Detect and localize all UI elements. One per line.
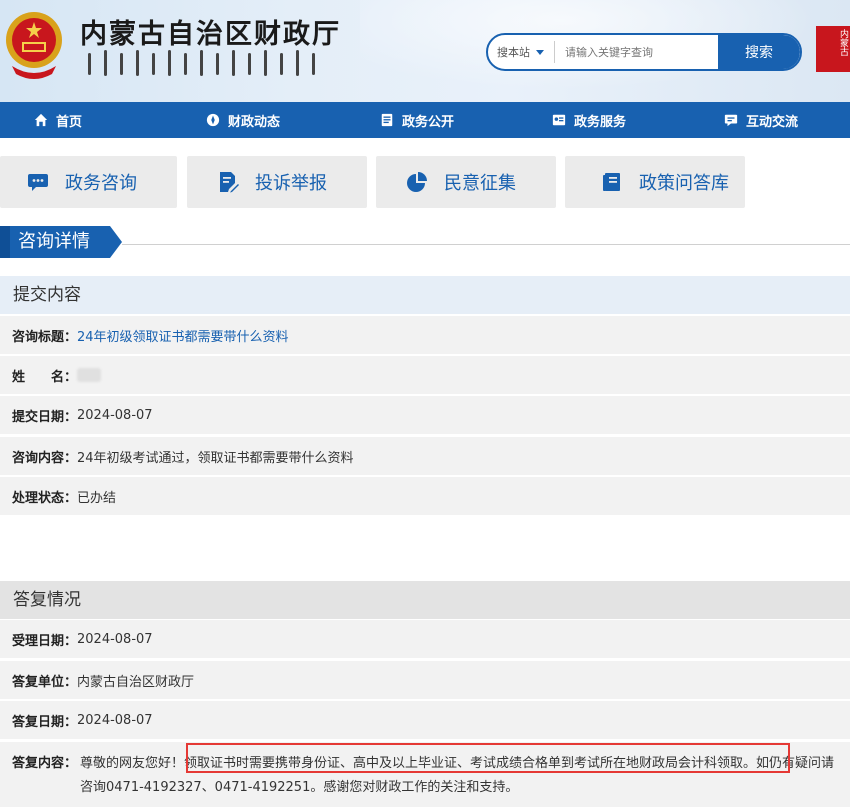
reply-content-row: 答复内容： 尊敬的网友您好！领取证书时需要携带身份证、高中及以上毕业证、考试成绩…: [0, 742, 850, 807]
nav-label: 首页: [56, 114, 83, 130]
accept-date-value: 2024-08-07: [77, 631, 153, 647]
main-nav: 首页 财政动态 政务公开 政务服务 互动交流: [0, 102, 850, 138]
red-seal-logo: 内蒙古: [816, 26, 850, 72]
search-bar: 搜本站 搜索: [486, 33, 802, 71]
status-value: 已办结: [77, 490, 117, 506]
home-icon: [34, 113, 48, 127]
nav-item-government-affairs[interactable]: 政务公开: [380, 102, 454, 138]
reply-unit-value: 内蒙古自治区财政厅: [77, 674, 195, 690]
field-label: 答复日期：: [12, 714, 78, 730]
nav-label: 政务服务: [574, 114, 627, 130]
section-title: 咨询详情: [0, 226, 122, 258]
nav-item-government-services[interactable]: 政务服务: [552, 102, 626, 138]
tab-label: 民意征集: [444, 173, 516, 194]
chevron-down-icon: [536, 49, 544, 55]
table-row: 姓 名：: [0, 356, 850, 394]
pie-chart-icon: [407, 172, 427, 192]
redacted-name: [77, 368, 102, 382]
tab-label: 政策问答库: [639, 173, 729, 194]
consultation-content-value: 24年初级考试通过，领取证书都需要带什么资料: [77, 450, 354, 466]
table-row: 答复单位： 内蒙古自治区财政厅: [0, 661, 850, 699]
site-header: 内蒙古自治区财政厅 搜本站 搜索 内蒙古: [0, 0, 850, 102]
field-label: 处理状态：: [12, 490, 78, 506]
table-row: 处理状态： 已办结: [0, 477, 850, 515]
field-label: 姓 名：: [12, 369, 78, 385]
table-row: 咨询标题： 24年初级领取证书都需要带什么资料: [0, 316, 850, 354]
field-label: 咨询标题：: [12, 329, 78, 345]
reply-content-value: 尊敬的网友您好！领取证书时需要携带身份证、高中及以上毕业证、考试成绩合格单到考试…: [80, 752, 840, 807]
nav-label: 政务公开: [402, 114, 455, 130]
tab-policy-qa[interactable]: 政策问答库: [565, 156, 745, 208]
chat-bubble-icon: [28, 174, 48, 191]
submit-date-value: 2024-08-07: [77, 407, 153, 423]
mongolian-script-title: [88, 50, 315, 78]
tab-label: 政务咨询: [65, 173, 137, 194]
search-scope-label: 搜本站: [497, 46, 530, 59]
site-title: 内蒙古自治区财政厅: [80, 19, 341, 50]
nav-item-interaction[interactable]: 互动交流: [724, 102, 798, 138]
tab-complaint-report[interactable]: 投诉举报: [187, 156, 367, 208]
nav-item-home[interactable]: 首页: [34, 102, 82, 138]
nav-label: 财政动态: [228, 114, 281, 130]
reply-date-value: 2024-08-07: [77, 712, 153, 728]
nav-item-finance-news[interactable]: 财政动态: [206, 102, 280, 138]
search-scope-dropdown[interactable]: 搜本站: [488, 44, 554, 60]
submission-heading: 提交内容: [0, 276, 850, 314]
table-row: 受理日期： 2024-08-07: [0, 620, 850, 658]
field-label: 提交日期：: [12, 409, 78, 425]
search-button[interactable]: 搜索: [718, 35, 800, 69]
section-divider: [122, 244, 850, 245]
tab-government-consultation[interactable]: 政务咨询: [0, 156, 177, 208]
search-input[interactable]: [555, 35, 718, 69]
field-label: 咨询内容：: [12, 450, 78, 466]
consultation-title-value[interactable]: 24年初级领取证书都需要带什么资料: [77, 326, 289, 345]
national-emblem-icon: [6, 12, 62, 79]
reply-highlighted-text: 领取证书时需要携带身份证、高中及以上毕业证、考试成绩合格单到考试所在地财政局会计…: [184, 756, 757, 771]
chat-board-icon: [724, 114, 738, 127]
field-label: 答复内容：: [12, 756, 78, 771]
nav-label: 互动交流: [746, 114, 799, 130]
compass-icon: [206, 113, 220, 127]
reply-greeting: 尊敬的网友您好！: [80, 756, 185, 771]
edit-document-icon: [220, 172, 239, 193]
table-row: 咨询内容： 24年初级考试通过，领取证书都需要带什么资料: [0, 437, 850, 475]
tab-label: 投诉举报: [255, 173, 327, 194]
reply-heading: 答复情况: [0, 581, 850, 619]
tab-public-opinion[interactable]: 民意征集: [376, 156, 556, 208]
table-row: 提交日期： 2024-08-07: [0, 396, 850, 434]
book-icon: [603, 173, 620, 191]
document-icon: [381, 113, 393, 127]
id-card-icon: [552, 114, 566, 126]
field-label: 答复单位：: [12, 674, 78, 690]
table-row: 答复日期： 2024-08-07: [0, 701, 850, 739]
field-label: 受理日期：: [12, 633, 78, 649]
